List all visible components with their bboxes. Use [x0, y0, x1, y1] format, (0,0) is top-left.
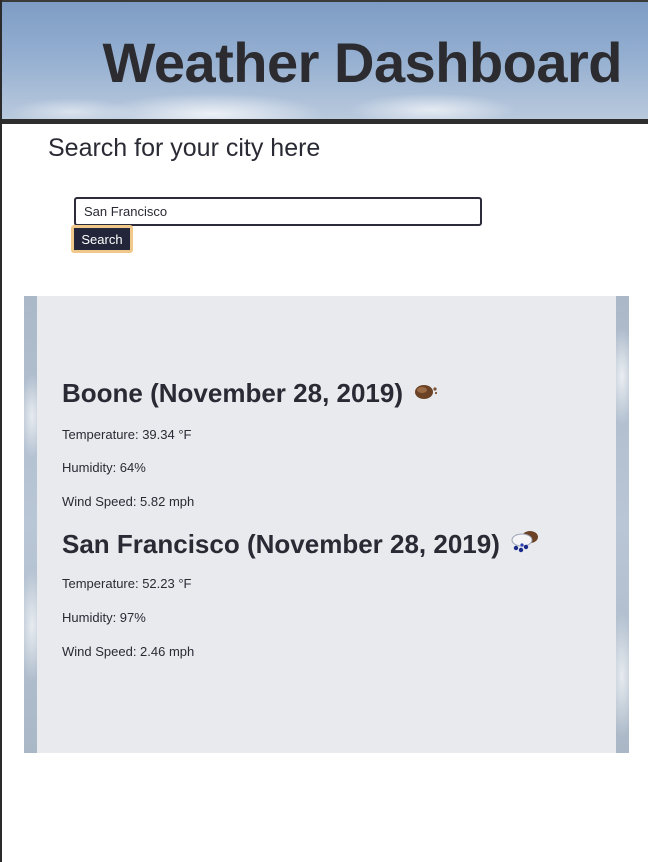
search-button-label: Search [81, 231, 123, 247]
city-title-text: San Francisco (November 28, 2019) [62, 529, 500, 559]
search-input-value: San Francisco [84, 204, 168, 219]
header-banner: Weather Dashboard [2, 0, 648, 124]
wind-speed-text: Wind Speed: 5.82 mph [62, 494, 195, 509]
page-title: Weather Dashboard [102, 31, 623, 94]
wind-speed-text: Wind Speed: 2.46 mph [62, 644, 195, 659]
city-title-text: Boone (November 28, 2019) [62, 378, 404, 408]
city-title: San Francisco (November 28, 2019) [62, 528, 542, 561]
temperature-text: Temperature: 39.34 °F [62, 427, 192, 442]
humidity-text: Humidity: 97% [62, 610, 146, 625]
cloudy-icon [413, 378, 439, 409]
humidity-text: Humidity: 64% [62, 460, 146, 475]
city-result-san-francisco: San Francisco (November 28, 2019) [62, 528, 542, 561]
city-result-boone: Boone (November 28, 2019) [62, 378, 439, 409]
page: Weather Dashboard Search for your city h… [0, 0, 648, 862]
temperature-text: Temperature: 52.23 °F [62, 576, 192, 591]
city-title: Boone (November 28, 2019) [62, 378, 439, 409]
search-input[interactable]: San Francisco [74, 197, 482, 226]
search-heading: Search for your city here [48, 134, 321, 162]
results-panel [37, 296, 616, 753]
rain-cloud-icon [508, 528, 542, 561]
search-button[interactable]: Search [71, 225, 133, 253]
